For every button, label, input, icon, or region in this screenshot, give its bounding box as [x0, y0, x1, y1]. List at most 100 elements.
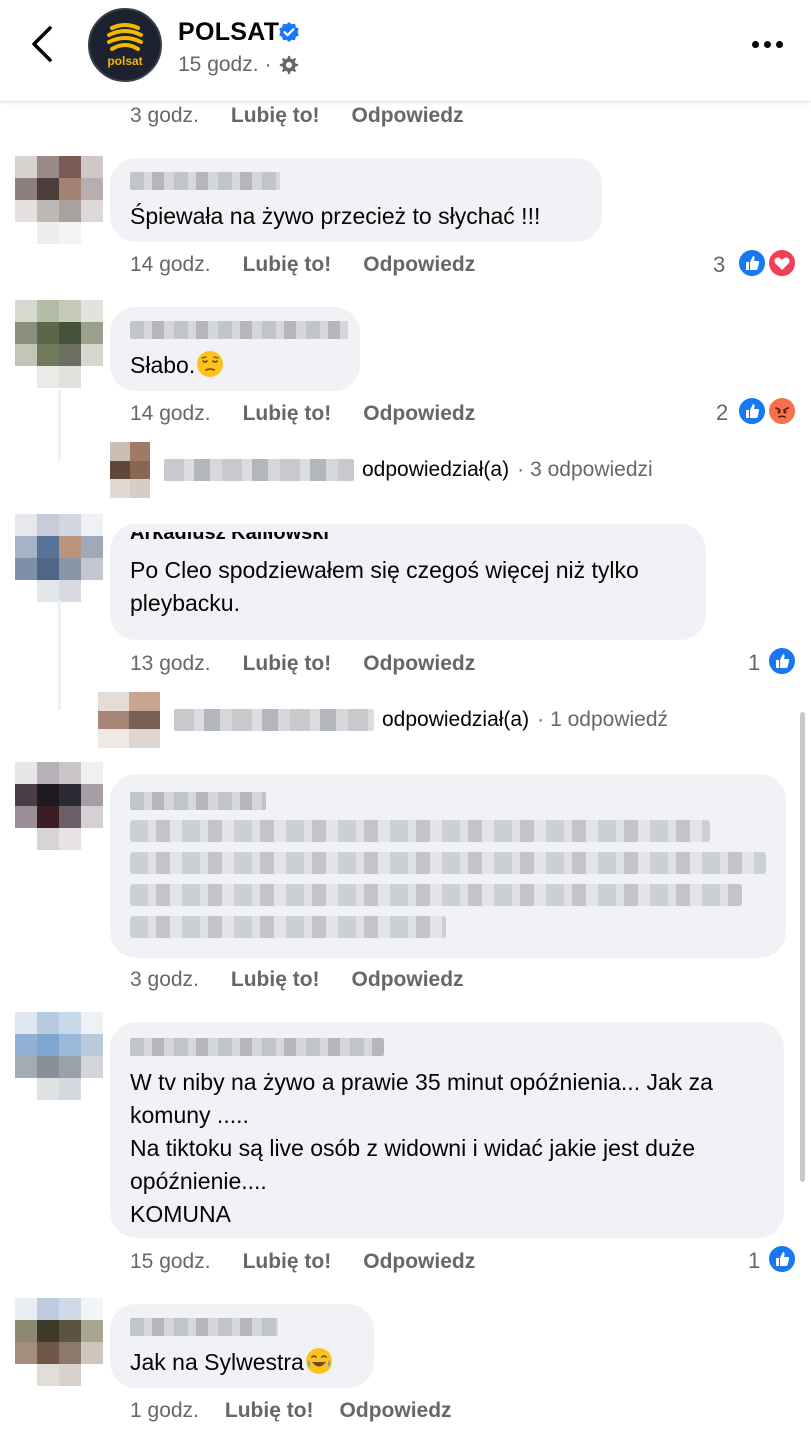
like-reaction-icon	[767, 646, 797, 676]
post-time: 15 godz.	[178, 53, 259, 76]
thread-line	[58, 600, 61, 710]
author-name-redacted[interactable]	[130, 172, 280, 190]
author-name-redacted[interactable]	[130, 1318, 278, 1336]
comment-time: 1 godz.	[130, 1399, 199, 1422]
avatar[interactable]	[15, 514, 103, 602]
reply-button[interactable]: Odpowiedz	[363, 402, 475, 426]
polsat-logo-icon: polsat	[90, 10, 160, 80]
comment-actions: 3 godz. Lubię to! Odpowiedz	[130, 968, 464, 992]
author-name-redacted[interactable]	[130, 1038, 384, 1056]
like-reaction-icon	[737, 248, 767, 278]
comment-actions: 14 godz. Lubię to! Odpowiedz	[130, 402, 475, 426]
comment-time: 13 godz.	[130, 652, 211, 675]
comment-text: Śpiewała na żywo przecież to słychać !!!	[130, 203, 541, 229]
comment-bubble[interactable]: Słabo.	[110, 307, 360, 391]
comment-bubble[interactable]: W tv niby na żywo a prawie 35 minut opóź…	[110, 1022, 784, 1238]
like-button[interactable]: Lubię to!	[243, 1250, 332, 1274]
comment-time: 14 godz.	[130, 253, 211, 276]
comment-bubble[interactable]: Jak na Sylwestra	[110, 1304, 374, 1388]
thread-line	[58, 390, 61, 460]
reply-author-redacted	[174, 709, 374, 731]
post-meta: 15 godz. ·	[178, 53, 300, 77]
comment-actions: 3 godz. Lubię to! Odpowiedz	[130, 104, 464, 128]
comment-text-redacted	[130, 820, 710, 842]
page-avatar[interactable]: polsat	[88, 8, 162, 82]
comment-bubble[interactable]: Arkadiusz Kaliłowski Po Cleo spodziewałe…	[110, 524, 706, 640]
comment-time: 15 godz.	[130, 1250, 211, 1273]
reaction-count[interactable]: 1	[748, 1248, 760, 1274]
comment-time: 3 godz.	[130, 104, 199, 127]
reply-count: 1 odpowiedź	[550, 708, 669, 731]
meta-separator: ·	[264, 53, 272, 76]
comment-author[interactable]: Arkadiusz Kaliłowski	[130, 532, 686, 552]
love-reaction-icon	[767, 248, 797, 278]
comment-text: Po Cleo spodziewałem się czegoś więcej n…	[130, 557, 639, 616]
angry-reaction-icon	[767, 396, 797, 426]
comment-time: 3 godz.	[130, 968, 199, 991]
tears-of-joy-emoji-icon	[305, 1348, 332, 1374]
comment-bubble[interactable]	[110, 774, 786, 958]
reaction-count[interactable]: 1	[748, 650, 760, 676]
comment-actions: 14 godz. Lubię to! Odpowiedz	[130, 253, 475, 277]
verified-badge-icon	[279, 22, 299, 42]
reply-button[interactable]: Odpowiedz	[352, 968, 464, 992]
view-replies-link[interactable]: odpowiedział(a) · 3 odpowiedzi	[110, 442, 653, 498]
reply-button[interactable]: Odpowiedz	[340, 1399, 452, 1423]
like-button[interactable]: Lubię to!	[231, 104, 320, 128]
avatar[interactable]	[15, 1012, 103, 1100]
comment-author-name: Arkadiusz Kaliłowski	[130, 532, 329, 544]
reply-avatar	[98, 692, 160, 748]
pensive-face-emoji-icon	[197, 351, 224, 377]
avatar[interactable]	[15, 762, 103, 850]
comment-text-content: Jak na Sylwestra	[130, 1349, 304, 1375]
reply-avatar	[110, 442, 150, 498]
logo-text: polsat	[107, 54, 142, 68]
reply-button[interactable]: Odpowiedz	[363, 652, 475, 676]
view-replies-link[interactable]: odpowiedział(a) · 1 odpowiedź	[98, 692, 668, 748]
gear-icon	[279, 55, 298, 75]
comment-actions: 15 godz. Lubię to! Odpowiedz	[130, 1250, 475, 1274]
like-button[interactable]: Lubię to!	[225, 1399, 314, 1423]
more-options-button[interactable]	[748, 30, 788, 58]
comment-actions: 1 godz. Lubię to! Odpowiedz	[130, 1399, 452, 1423]
scrollbar[interactable]	[800, 712, 805, 1182]
reply-action: odpowiedział(a)	[362, 458, 510, 481]
author-name-redacted[interactable]	[130, 321, 348, 339]
comment-text: W tv niby na żywo a prawie 35 minut opóź…	[130, 1069, 713, 1227]
comment-text-redacted	[130, 916, 446, 938]
like-button[interactable]: Lubię to!	[231, 968, 320, 992]
avatar[interactable]	[15, 156, 103, 244]
more-dots-icon	[752, 41, 759, 48]
like-reaction-icon	[767, 1244, 797, 1274]
reply-count: 3 odpowiedzi	[530, 458, 653, 481]
like-button[interactable]: Lubię to!	[243, 253, 332, 277]
author-name-redacted[interactable]	[130, 792, 266, 810]
reply-button[interactable]: Odpowiedz	[363, 1250, 475, 1274]
reply-action: odpowiedział(a)	[382, 708, 530, 731]
back-button[interactable]	[24, 22, 64, 66]
page-name[interactable]: POLSAT	[178, 18, 279, 47]
comment-text: Słabo.	[130, 349, 340, 382]
more-dot	[764, 41, 771, 48]
chevron-left-icon	[32, 26, 52, 62]
comment-time: 14 godz.	[130, 402, 211, 425]
reply-author-redacted	[164, 459, 354, 481]
like-button[interactable]: Lubię to!	[243, 652, 332, 676]
comment-text-redacted	[130, 884, 742, 906]
comment-text-content: Słabo.	[130, 352, 196, 378]
reply-button[interactable]: Odpowiedz	[352, 104, 464, 128]
reaction-count[interactable]: 3	[713, 252, 725, 278]
comment-text-redacted	[130, 852, 766, 874]
more-dot	[776, 41, 783, 48]
comment-text: Jak na Sylwestra	[130, 1346, 354, 1379]
comment-bubble[interactable]: Śpiewała na żywo przecież to słychać !!!	[110, 158, 602, 242]
avatar[interactable]	[15, 1298, 103, 1386]
reaction-count[interactable]: 2	[716, 400, 728, 426]
reply-dot: ·	[517, 458, 525, 481]
reply-dot: ·	[537, 708, 545, 731]
reply-button[interactable]: Odpowiedz	[363, 253, 475, 277]
post-header: polsat POLSAT 15 godz. ·	[0, 0, 811, 102]
like-reaction-icon	[737, 396, 767, 426]
avatar[interactable]	[15, 300, 103, 388]
like-button[interactable]: Lubię to!	[243, 402, 332, 426]
